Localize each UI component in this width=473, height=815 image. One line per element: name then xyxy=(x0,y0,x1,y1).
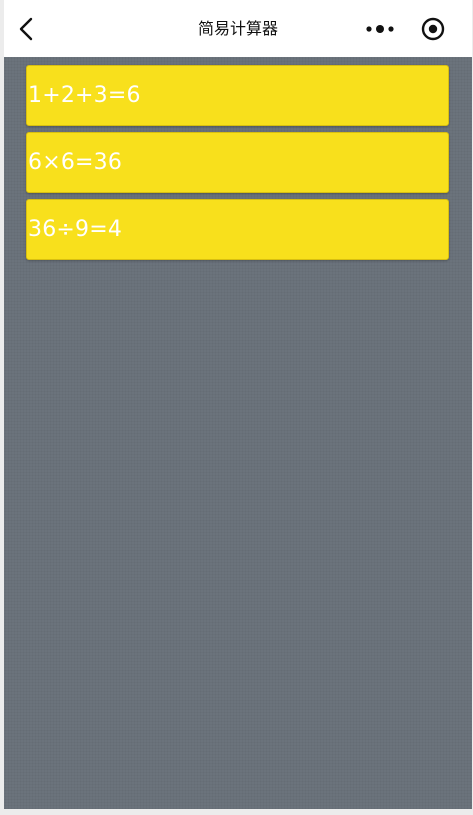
result-card[interactable]: 36÷9=4 xyxy=(26,199,449,260)
result-card[interactable]: 6×6=36 xyxy=(26,132,449,193)
phone-frame: 简易计算器 1+2+3=6 6×6=36 36÷9=4 xyxy=(4,0,472,809)
close-miniprogram-button[interactable] xyxy=(418,14,448,44)
navigation-bar: 简易计算器 xyxy=(4,0,472,57)
result-expression: 6×6=36 xyxy=(28,150,123,175)
more-dots-icon xyxy=(366,25,394,33)
back-button[interactable] xyxy=(12,14,40,44)
result-expression: 1+2+3=6 xyxy=(28,83,141,108)
page-title: 简易计算器 xyxy=(197,19,278,38)
chevron-left-icon xyxy=(19,17,33,41)
more-menu-button[interactable] xyxy=(360,16,400,42)
result-expression: 36÷9=4 xyxy=(28,217,123,242)
result-card[interactable]: 1+2+3=6 xyxy=(26,65,449,126)
content-area: 1+2+3=6 6×6=36 36÷9=4 xyxy=(4,57,472,809)
result-list: 1+2+3=6 6×6=36 36÷9=4 xyxy=(26,65,451,266)
target-circle-icon xyxy=(421,17,445,41)
